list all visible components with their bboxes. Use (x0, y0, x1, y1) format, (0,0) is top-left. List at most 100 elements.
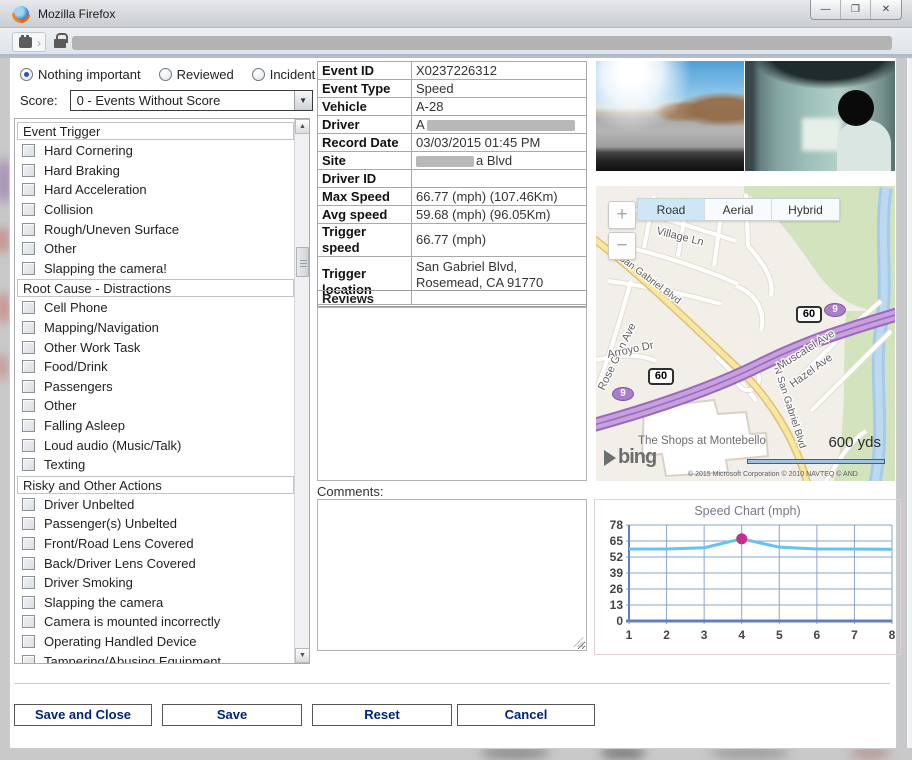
reviews-box (317, 307, 587, 481)
reset-button[interactable]: Reset (312, 704, 452, 726)
map-zoom-out-button[interactable]: − (608, 232, 636, 260)
checkbox-icon[interactable] (22, 262, 35, 275)
svg-text:65: 65 (610, 534, 624, 548)
checkbox-other-work-task[interactable]: Other Work Task (15, 337, 296, 357)
checkbox-icon[interactable] (22, 596, 35, 609)
restore-button[interactable]: ❐ (841, 0, 871, 19)
checkbox-hard-acceleration[interactable]: Hard Acceleration (15, 180, 296, 200)
checkbox-icon[interactable] (22, 321, 35, 334)
checkbox-icon[interactable] (22, 301, 35, 314)
checkbox-icon[interactable] (22, 360, 35, 373)
site-identity-button[interactable]: › (12, 32, 46, 52)
checkbox-slapping-camera-action[interactable]: Slapping the camera (15, 592, 296, 612)
titlebar[interactable]: Mozilla Firefox — ❐ ✕ (0, 0, 912, 28)
checkbox-hard-braking[interactable]: Hard Braking (15, 161, 296, 181)
checkbox-icon[interactable] (22, 223, 35, 236)
checkbox-front-lens-covered[interactable]: Front/Road Lens Covered (15, 534, 296, 554)
dropdown-arrow-icon[interactable]: ▼ (294, 91, 312, 110)
save-and-close-button[interactable]: Save and Close (14, 704, 152, 726)
row-value: 66.77 (mph) (107.46Km) (412, 188, 587, 206)
save-button[interactable]: Save (162, 704, 302, 726)
bing-logo[interactable]: bing (604, 446, 656, 469)
checkbox-food-drink[interactable]: Food/Drink (15, 357, 296, 377)
checkbox-icon[interactable] (22, 380, 35, 393)
comments-label: Comments: (317, 484, 383, 499)
tab-aerial[interactable]: Aerial (705, 199, 772, 220)
checkbox-passengers[interactable]: Passengers (15, 377, 296, 397)
scroll-down-icon[interactable]: ▼ (295, 648, 310, 663)
checkbox-texting[interactable]: Texting (15, 455, 296, 475)
comments-textarea[interactable] (317, 499, 587, 651)
scroll-up-icon[interactable]: ▲ (295, 119, 310, 134)
checkbox-label: Driver Unbelted (44, 497, 134, 512)
radio-nothing-important[interactable]: Nothing important (20, 67, 141, 82)
radio-button-icon[interactable] (159, 68, 172, 81)
score-select[interactable]: 0 - Events Without Score ▼ (70, 90, 313, 111)
highway-60-shield: 60 (648, 368, 674, 385)
table-row: Record Date03/03/2015 01:45 PM (318, 134, 587, 152)
checkbox-icon[interactable] (22, 439, 35, 452)
checkbox-icon[interactable] (22, 635, 35, 648)
checkbox-passengers-unbelted[interactable]: Passenger(s) Unbelted (15, 514, 296, 534)
close-button[interactable]: ✕ (871, 0, 901, 19)
checkbox-cell-phone[interactable]: Cell Phone (15, 298, 296, 318)
table-row: Sitea Blvd (318, 152, 587, 170)
checkbox-icon[interactable] (22, 557, 35, 570)
checkbox-back-lens-covered[interactable]: Back/Driver Lens Covered (15, 553, 296, 573)
checkbox-icon[interactable] (22, 203, 35, 216)
checkbox-icon[interactable] (22, 655, 35, 664)
checkbox-icon[interactable] (22, 164, 35, 177)
checkbox-icon[interactable] (22, 537, 35, 550)
checkbox-loud-audio[interactable]: Loud audio (Music/Talk) (15, 435, 296, 455)
checkbox-driver-unbelted[interactable]: Driver Unbelted (15, 495, 296, 515)
checkbox-mapping-navigation[interactable]: Mapping/Navigation (15, 318, 296, 338)
checkbox-label: Loud audio (Music/Talk) (44, 438, 181, 453)
checkbox-falling-asleep[interactable]: Falling Asleep (15, 416, 296, 436)
checkbox-tampering-equipment[interactable]: Tampering/Abusing Equipment (15, 651, 296, 664)
redaction-block (416, 156, 474, 167)
checkbox-icon[interactable] (22, 498, 35, 511)
checkbox-icon[interactable] (22, 242, 35, 255)
checkbox-slapping-camera-trigger[interactable]: Slapping the camera! (15, 259, 296, 279)
minimize-button[interactable]: — (811, 0, 841, 19)
map-zoom-in-button[interactable]: + (608, 201, 636, 229)
checkbox-icon[interactable] (22, 615, 35, 628)
row-label: Site (318, 152, 412, 170)
tab-road[interactable]: Road (638, 199, 705, 220)
checkbox-icon[interactable] (22, 419, 35, 432)
checkbox-driver-smoking[interactable]: Driver Smoking (15, 573, 296, 593)
checkbox-other-trigger[interactable]: Other (15, 239, 296, 259)
scrollbar-thumb[interactable] (296, 247, 309, 277)
radio-incident[interactable]: Incident (252, 67, 316, 82)
radio-button-icon[interactable] (20, 68, 33, 81)
row-value: A-28 (412, 98, 587, 116)
tab-hybrid[interactable]: Hybrid (772, 199, 839, 220)
checkbox-camera-mounted-incorrectly[interactable]: Camera is mounted incorrectly (15, 612, 296, 632)
checkbox-icon[interactable] (22, 576, 35, 589)
list-scrollbar[interactable]: ▲ ▼ (294, 119, 309, 663)
url-field-redacted[interactable] (72, 36, 892, 50)
table-row: Max Speed66.77 (mph) (107.46Km) (318, 188, 587, 206)
checkbox-icon[interactable] (22, 341, 35, 354)
radio-reviewed[interactable]: Reviewed (159, 67, 234, 82)
checkbox-collision[interactable]: Collision (15, 200, 296, 220)
checkbox-operating-handled-device[interactable]: Operating Handled Device (15, 632, 296, 652)
bing-map[interactable]: Village Ln San Gabriel Blvd Rose Glen Av… (596, 186, 895, 481)
checkbox-icon[interactable] (22, 399, 35, 412)
checkbox-icon[interactable] (22, 458, 35, 471)
checkbox-icon[interactable] (22, 144, 35, 157)
highway-60-shield: 60 (796, 306, 822, 323)
checkbox-rough-uneven-surface[interactable]: Rough/Uneven Surface (15, 219, 296, 239)
checkbox-label: Camera is mounted incorrectly (44, 614, 220, 629)
table-row: Avg speed59.68 (mph) (96.05Km) (318, 206, 587, 224)
checkbox-icon[interactable] (22, 517, 35, 530)
checkbox-hard-cornering[interactable]: Hard Cornering (15, 141, 296, 161)
checkbox-label: Falling Asleep (44, 418, 125, 433)
cancel-button[interactable]: Cancel (457, 704, 595, 726)
checkbox-other-distraction[interactable]: Other (15, 396, 296, 416)
table-row: Trigger speed66.77 (mph) (318, 224, 587, 257)
browser-scrollbar[interactable] (906, 58, 912, 748)
radio-button-icon[interactable] (252, 68, 265, 81)
row-label: Driver (318, 116, 412, 134)
checkbox-icon[interactable] (22, 183, 35, 196)
